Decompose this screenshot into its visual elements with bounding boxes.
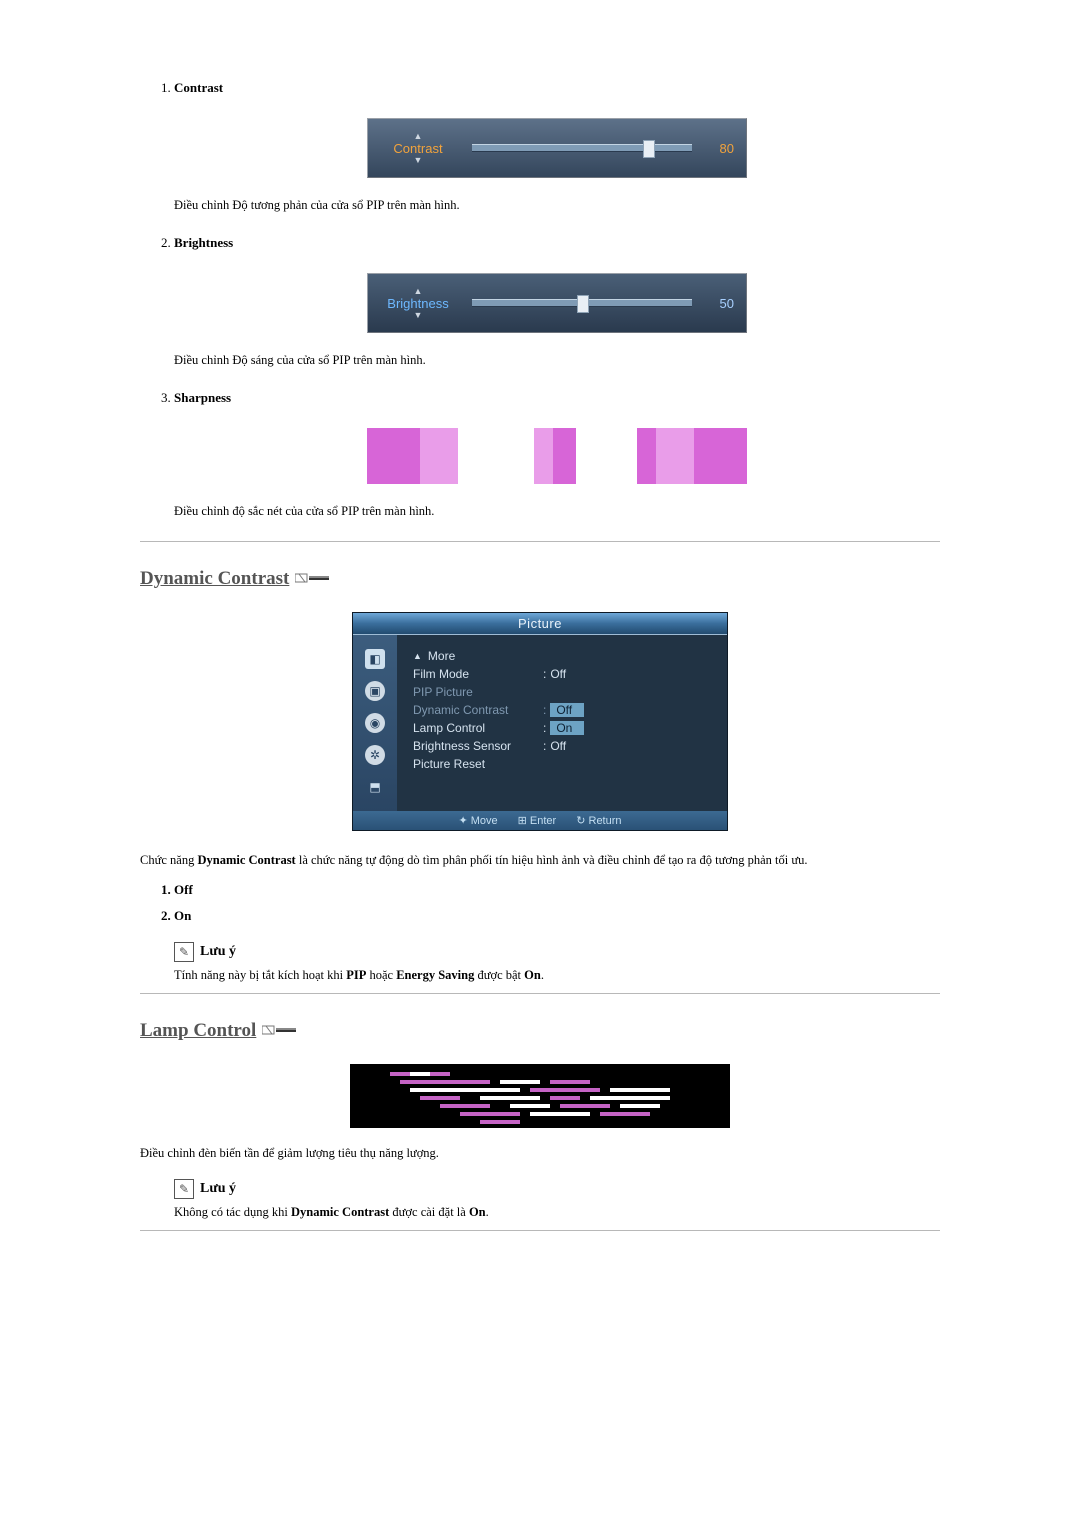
dyn-contrast-on: On xyxy=(550,721,584,735)
osd-main: ▲ More Film Mode :Off PIP Picture Dynami… xyxy=(397,635,727,811)
settings-list: Contrast ▲ Contrast ▼ 80 Điều chỉnh Độ t… xyxy=(140,80,940,519)
contrast-value: 80 xyxy=(706,141,734,156)
option-on: On xyxy=(174,908,940,924)
sidebar-icon-picture[interactable]: ▣ xyxy=(365,681,385,701)
lamp-image xyxy=(350,1064,730,1128)
item-brightness: Brightness ▲ Brightness ▼ 50 Điều chỉnh … xyxy=(174,235,940,368)
lamp-desc: Điều chỉnh đèn biến tần để giảm lượng ti… xyxy=(140,1146,940,1161)
film-mode-value: Off xyxy=(550,667,566,681)
dyn-contrast-body: Chức năng Dynamic Contrast là chức năng … xyxy=(140,853,940,868)
bright-sensor-label: Brightness Sensor xyxy=(413,739,543,753)
chevron-up-icon: ▲ xyxy=(413,651,422,661)
note-body-dc: Tính năng này bị tắt kích hoạt khi PIP h… xyxy=(174,968,940,983)
chevron-down-icon[interactable]: ▼ xyxy=(414,156,423,165)
note-heading: ✎ Lưu ý xyxy=(174,942,940,962)
osd-row-pip: PIP Picture xyxy=(413,683,711,701)
osd-row-filmmode[interactable]: Film Mode :Off xyxy=(413,665,711,683)
sharpness-desc: Điều chỉnh độ sắc nét của cửa sổ PIP trê… xyxy=(174,504,940,519)
lamp-control-heading: Lamp Control xyxy=(140,1020,256,1042)
sidebar-icon-sound[interactable]: ◉ xyxy=(365,713,385,733)
item-contrast: Contrast ▲ Contrast ▼ 80 Điều chỉnh Độ t… xyxy=(174,80,940,213)
osd-row-reset[interactable]: Picture Reset xyxy=(413,755,711,773)
item-brightness-title: Brightness xyxy=(174,235,233,250)
sidebar-icon-input[interactable]: ◧ xyxy=(365,649,385,669)
contrast-slider-panel[interactable]: ▲ Contrast ▼ 80 xyxy=(367,118,747,178)
osd-row-more[interactable]: ▲ More xyxy=(413,647,711,665)
osd-sidebar: ◧ ▣ ◉ ✲ ⬒ xyxy=(353,635,397,811)
chevron-up-icon[interactable]: ▲ xyxy=(414,132,423,141)
dyn-options: Off On xyxy=(140,882,940,924)
contrast-desc: Điều chỉnh Độ tương phản của cửa sổ PIP … xyxy=(174,198,940,213)
item-sharpness-title: Sharpness xyxy=(174,390,231,405)
chevron-down-icon[interactable]: ▼ xyxy=(414,311,423,320)
dyn-contrast-label: Dynamic Contrast xyxy=(413,703,543,717)
sharpness-image xyxy=(367,428,747,484)
film-mode-label: Film Mode xyxy=(413,667,543,681)
contrast-track[interactable] xyxy=(472,144,692,152)
note-icon: ✎ xyxy=(174,1179,194,1199)
note-icon: ✎ xyxy=(174,942,194,962)
lamp-control-label: Lamp Control xyxy=(413,721,543,735)
sidebar-icon-multi[interactable]: ⬒ xyxy=(365,777,385,797)
pip-picture-label: PIP Picture xyxy=(413,685,543,699)
contrast-label: Contrast xyxy=(393,141,442,156)
note-label: Lưu ý xyxy=(200,944,236,960)
sidebar-icon-setup[interactable]: ✲ xyxy=(365,745,385,765)
contrast-thumb[interactable] xyxy=(643,140,655,158)
footer-enter: ⊞ Enter xyxy=(518,814,557,827)
footer-return: ↻ Return xyxy=(576,814,621,827)
brightness-slider-wrap: ▲ Brightness ▼ 50 xyxy=(174,273,940,333)
item-sharpness: Sharpness Điều chỉnh độ sắc nét của cửa … xyxy=(174,390,940,519)
divider xyxy=(140,541,940,542)
brightness-thumb[interactable] xyxy=(577,295,589,313)
option-off: Off xyxy=(174,882,940,898)
item-contrast-title: Contrast xyxy=(174,80,223,95)
osd-wrap: Picture ◧ ▣ ◉ ✲ ⬒ ▲ More Film Mode xyxy=(140,612,940,831)
note-body-lamp: Không có tác dụng khi Dynamic Contrast đ… xyxy=(174,1205,940,1220)
sharpness-image-wrap xyxy=(174,428,940,484)
divider xyxy=(140,1230,940,1231)
footer-move: ✦ Move xyxy=(458,814,497,827)
dynamic-contrast-heading: Dynamic Contrast xyxy=(140,568,289,590)
osd-title: Picture xyxy=(353,613,727,635)
tag-icon xyxy=(295,571,329,590)
contrast-spinner[interactable]: ▲ Contrast ▼ xyxy=(380,132,456,165)
page: Contrast ▲ Contrast ▼ 80 Điều chỉnh Độ t… xyxy=(0,0,1080,1317)
brightness-label: Brightness xyxy=(387,296,448,311)
brightness-desc: Điều chỉnh Độ sáng của cửa sổ PIP trên m… xyxy=(174,353,940,368)
picture-reset-label: Picture Reset xyxy=(413,757,543,771)
lamp-image-wrap xyxy=(140,1064,940,1128)
osd-menu[interactable]: Picture ◧ ▣ ◉ ✲ ⬒ ▲ More Film Mode xyxy=(352,612,728,831)
contrast-slider-wrap: ▲ Contrast ▼ 80 xyxy=(174,118,940,178)
divider xyxy=(140,993,940,994)
brightness-track[interactable] xyxy=(472,299,692,307)
osd-row-lamp[interactable]: Lamp Control :On xyxy=(413,719,711,737)
brightness-spinner[interactable]: ▲ Brightness ▼ xyxy=(380,287,456,320)
osd-row-bsensor[interactable]: Brightness Sensor :Off xyxy=(413,737,711,755)
osd-more-label: More xyxy=(428,649,455,663)
osd-footer: ✦ Move ⊞ Enter ↻ Return xyxy=(353,811,727,830)
bright-sensor-value: Off xyxy=(550,739,566,753)
dyn-contrast-off: Off xyxy=(550,703,584,717)
tag-icon xyxy=(262,1023,296,1042)
note-label-lamp: Lưu ý xyxy=(200,1181,236,1197)
chevron-up-icon[interactable]: ▲ xyxy=(414,287,423,296)
note-heading-lamp: ✎ Lưu ý xyxy=(174,1179,940,1199)
osd-row-dyncontrast[interactable]: Dynamic Contrast :Off xyxy=(413,701,711,719)
brightness-slider-panel[interactable]: ▲ Brightness ▼ 50 xyxy=(367,273,747,333)
brightness-value: 50 xyxy=(706,296,734,311)
